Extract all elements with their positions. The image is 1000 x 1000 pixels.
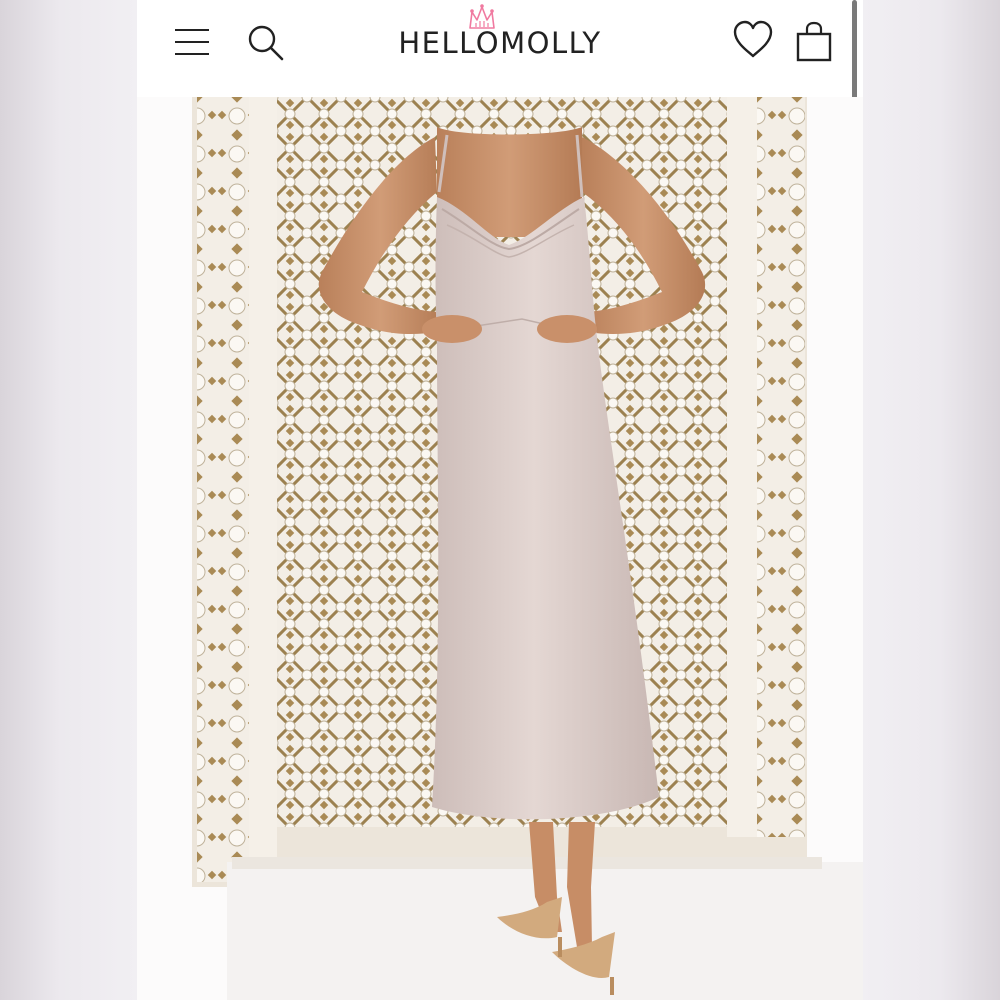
heart-icon[interactable] [731, 18, 775, 62]
product-photo-illustration [137, 97, 863, 1000]
brand-logo[interactable]: HELLOMOLLY [382, 0, 618, 97]
shopping-bag-icon[interactable] [794, 20, 834, 64]
product-image[interactable] [137, 97, 863, 1000]
search-icon[interactable] [245, 22, 285, 62]
site-header: HELLOMOLLY [137, 0, 863, 285]
phone-screen: HELLOMOLLY [137, 0, 863, 1000]
hamburger-menu-icon[interactable] [175, 27, 211, 57]
brand-name: HELLOMOLLY [398, 26, 602, 60]
